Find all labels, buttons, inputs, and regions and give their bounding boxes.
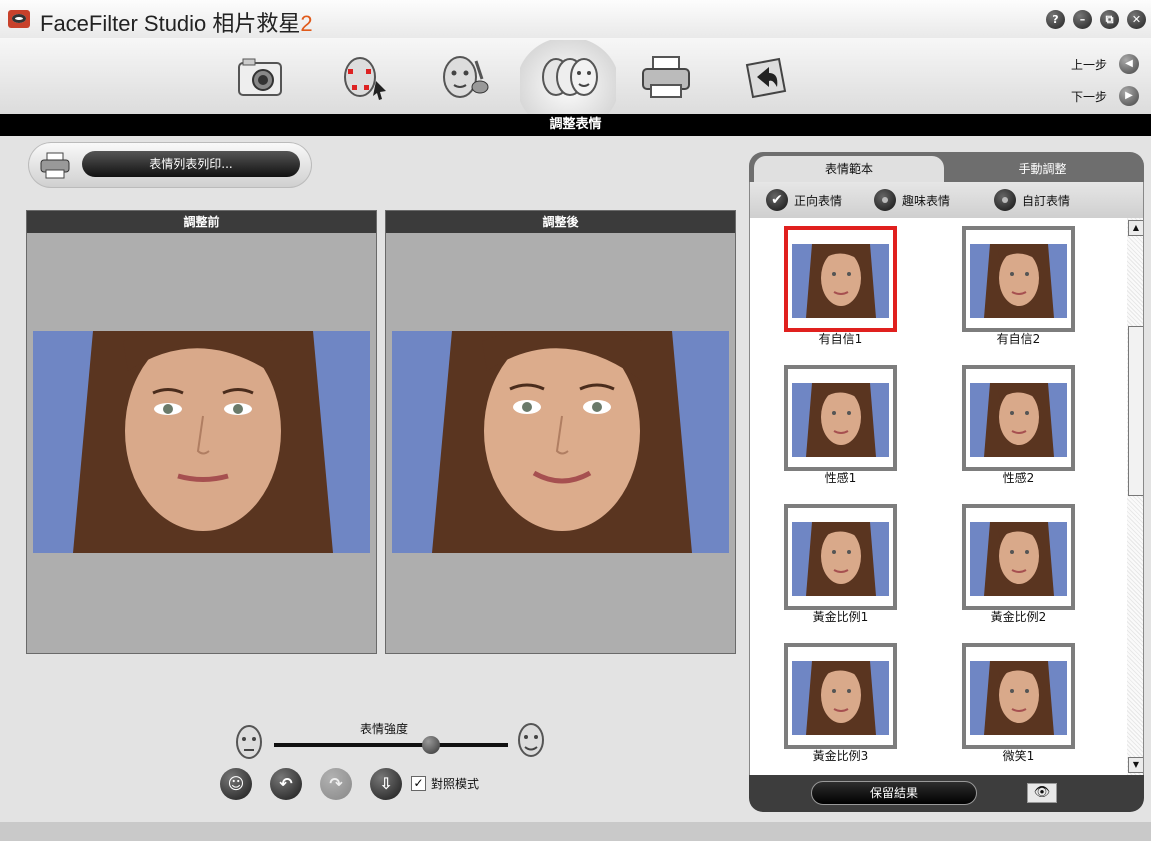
face-points-icon[interactable]	[333, 48, 393, 106]
face-retouch-icon[interactable]	[433, 48, 493, 106]
thumbnail-photo	[970, 383, 1067, 457]
radio-dot-icon	[994, 189, 1016, 211]
camera-icon[interactable]	[230, 48, 290, 106]
thumbnail-photo	[792, 661, 889, 735]
thumbnail-photo	[970, 522, 1067, 596]
help-icon[interactable]: ?	[1046, 10, 1065, 29]
undo-button[interactable]: ↶	[270, 768, 302, 800]
preview-eye-icon[interactable]: 👁	[1027, 783, 1057, 803]
thumbnail-label: 黃金比例3	[812, 749, 869, 763]
thumbnail-label: 有自信1	[818, 332, 863, 346]
expression-strength-label: 表情強度	[360, 722, 409, 736]
keep-result-button[interactable]: 保留結果	[811, 781, 977, 805]
scroll-down-icon[interactable]: ▼	[1128, 757, 1143, 773]
scroll-up-icon[interactable]: ▲	[1128, 220, 1143, 236]
radio-custom[interactable]: 自訂表情	[994, 188, 1070, 212]
prev-step-label: 上一步	[1071, 58, 1108, 72]
thumbnail-photo	[792, 244, 889, 318]
radio-custom-label: 自訂表情	[1022, 193, 1071, 208]
thumbnail-label: 黃金比例1	[812, 610, 869, 624]
expressive-face-icon	[518, 723, 544, 757]
thumbnail-label: 性感2	[1002, 471, 1035, 485]
tab-expression-templates[interactable]: 表情範本	[754, 156, 944, 182]
expression-thumbnail[interactable]	[962, 504, 1075, 610]
thumbnail-photo	[792, 522, 889, 596]
exit-folder-icon[interactable]	[736, 48, 796, 106]
expression-thumbnail[interactable]	[784, 643, 897, 749]
save-to-file-button[interactable]: ⇩	[370, 768, 402, 800]
expression-thumbnail[interactable]	[962, 226, 1075, 332]
thumbnail-photo	[970, 661, 1067, 735]
radio-positive[interactable]: ✔ 正向表情	[766, 188, 842, 212]
restore-icon[interactable]: ⧉	[1100, 10, 1119, 29]
prev-step-button[interactable]: ◀	[1119, 54, 1139, 74]
thumbnail-label: 黃金比例2	[990, 610, 1047, 624]
gallery-scrollbar[interactable]: ▲ ▼	[1127, 218, 1143, 775]
checkmark-icon: ✔	[766, 189, 788, 211]
print-list-bar: 表情列表列印...	[28, 142, 312, 188]
expression-thumbnail[interactable]	[784, 226, 897, 332]
next-step-label: 下一步	[1071, 90, 1108, 104]
thumbnail-label: 性感1	[824, 471, 857, 485]
expression-strength-slider: 表情強度	[230, 712, 550, 772]
before-panel-title: 調整前	[27, 211, 376, 233]
print-list-button[interactable]: 表情列表列印...	[82, 151, 300, 177]
compare-mode-checkbox[interactable]: ✓	[411, 776, 426, 791]
after-photo	[392, 331, 729, 553]
panel-bottom-bar: 保留結果 👁	[749, 775, 1144, 812]
thumbnail-photo	[970, 244, 1067, 318]
expression-thumbnail[interactable]	[962, 365, 1075, 471]
close-icon[interactable]: ✕	[1127, 10, 1146, 29]
scroll-thumb[interactable]	[1128, 326, 1143, 496]
step-title: 調整表情	[0, 114, 1151, 136]
printer-icon[interactable]	[636, 48, 696, 106]
expression-thumbnail[interactable]	[784, 504, 897, 610]
thumbnail-label: 微笑1	[1002, 749, 1035, 763]
tab-row: 表情範本 手動調整	[749, 152, 1144, 182]
next-step-button[interactable]: ▶	[1119, 86, 1139, 106]
before-panel: 調整前	[26, 210, 377, 654]
printer-icon	[40, 152, 70, 179]
thumbnail-photo	[792, 383, 889, 457]
expression-gallery: 有自信1 有自信2 性感1 性感2 黃金比例1 黃金比例2 黃金比例3 微笑1 ▲ ▼	[749, 218, 1144, 775]
radio-fun[interactable]: 趣味表情	[874, 188, 950, 212]
category-radio-group: ✔ 正向表情 趣味表情 自訂表情	[749, 182, 1144, 218]
compare-mode-label: 對照模式	[431, 777, 480, 791]
face-settings-button[interactable]: ☺	[220, 768, 252, 800]
before-photo	[33, 331, 370, 553]
after-panel-title: 調整後	[386, 211, 735, 233]
face-expression-icon[interactable]	[535, 48, 605, 106]
thumbnail-label: 有自信2	[996, 332, 1041, 346]
radio-fun-label: 趣味表情	[902, 193, 951, 208]
expression-thumbnail[interactable]	[962, 643, 1075, 749]
status-bar	[0, 822, 1151, 841]
expression-templates-panel: 表情範本 手動調整 ✔ 正向表情 趣味表情 自訂表情 有自信1 有自信2 性感1 性感2…	[749, 152, 1144, 812]
radio-positive-label: 正向表情	[794, 193, 843, 208]
expression-thumbnail[interactable]	[784, 365, 897, 471]
redo-button[interactable]: ↷	[320, 768, 352, 800]
app-title: FaceFilter Studio 相片救星2	[40, 11, 313, 36]
minimize-icon[interactable]: –	[1073, 10, 1092, 29]
app-logo-icon	[8, 10, 30, 28]
slider-track[interactable]	[274, 743, 508, 747]
after-panel: 調整後	[385, 210, 736, 654]
slider-thumb[interactable]	[421, 736, 440, 754]
tab-manual-adjust[interactable]: 手動調整	[945, 156, 1140, 182]
neutral-face-icon	[236, 725, 262, 759]
radio-dot-icon	[874, 189, 896, 211]
app-title-number: 2	[300, 11, 313, 36]
